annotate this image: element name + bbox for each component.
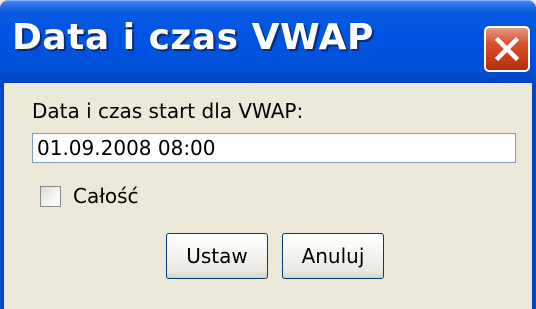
set-button[interactable]: Ustaw [166, 233, 268, 279]
vwap-dialog: Data i czas VWAP Data i czas start dla V… [0, 0, 536, 309]
dialog-content: Data i czas start dla VWAP: Całość Ustaw… [4, 83, 532, 309]
datetime-label: Data i czas start dla VWAP: [32, 99, 304, 123]
datetime-input[interactable] [32, 133, 516, 163]
title-bar[interactable]: Data i czas VWAP [0, 0, 536, 83]
close-icon [494, 36, 520, 62]
close-button[interactable] [484, 26, 530, 72]
whole-checkbox-row[interactable]: Całość [40, 183, 139, 209]
whole-checkbox[interactable] [40, 185, 61, 207]
window-frame-right [532, 83, 536, 309]
window-title: Data i czas VWAP [12, 17, 374, 58]
cancel-button[interactable]: Anuluj [282, 233, 384, 279]
whole-checkbox-label[interactable]: Całość [73, 184, 139, 208]
